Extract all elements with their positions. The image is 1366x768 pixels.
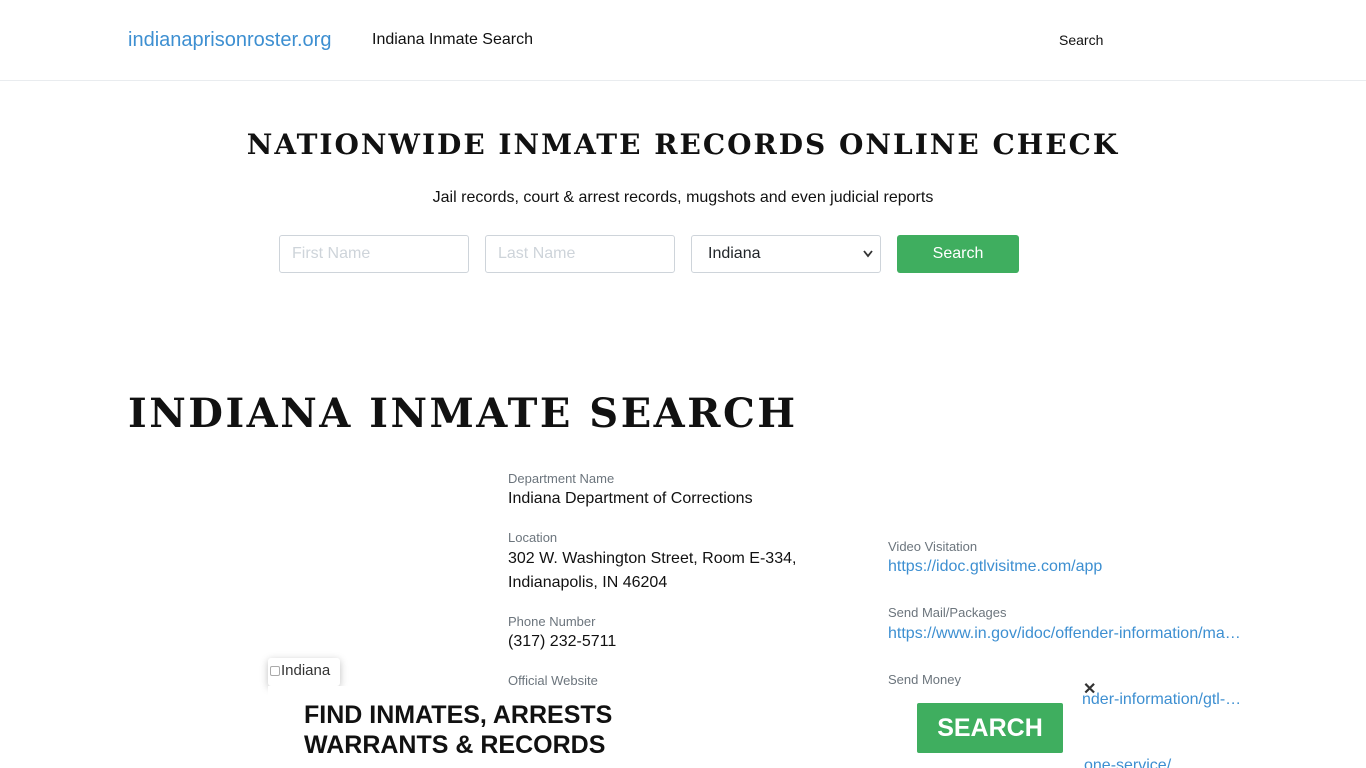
location-label: Location: [508, 530, 558, 545]
send-money-label: Send Money: [888, 672, 961, 687]
send-money-link[interactable]: nder-information/gtl-…: [1082, 691, 1244, 709]
page-title: INDIANA INMATE SEARCH: [128, 390, 798, 437]
video-visitation-label: Video Visitation: [888, 539, 978, 554]
search-button[interactable]: Search: [897, 235, 1019, 273]
department-name-value: Indiana Department of Corrections: [508, 490, 753, 507]
state-select-value: Indiana: [708, 245, 761, 262]
nav-link-search[interactable]: Search: [1059, 32, 1103, 48]
last-name-input[interactable]: [485, 235, 675, 273]
send-mail-link[interactable]: https://www.in.gov/idoc/offender-informa…: [888, 625, 1244, 643]
send-mail-label: Send Mail/Packages: [888, 605, 1007, 620]
location-line1: 302 W. Washington Street, Room E-334,: [508, 550, 797, 567]
chevron-down-icon: [862, 236, 874, 286]
top-navbar: indianaprisonroster.org Indiana Inmate S…: [0, 0, 1366, 81]
banner-headline: FIND INMATES, ARRESTS WARRANTS & RECORDS: [304, 700, 612, 760]
indiana-image-alt-text: Indiana: [281, 662, 331, 679]
video-visitation-link[interactable]: https://idoc.gtlvisitme.com/app: [888, 558, 1248, 576]
phone-number-value: (317) 232-5711: [508, 633, 617, 650]
nav-link-indiana-inmate-search[interactable]: Indiana Inmate Search: [372, 31, 533, 49]
hero-subtitle: Jail records, court & arrest records, mu…: [432, 189, 934, 206]
department-name-label: Department Name: [508, 471, 615, 486]
brand-logo-link[interactable]: indianaprisonroster.org: [128, 29, 331, 52]
location-line2: Indianapolis, IN 46204: [508, 574, 668, 591]
banner-line-2: WARRANTS & RECORDS: [304, 731, 606, 759]
first-name-input[interactable]: [279, 235, 469, 273]
phone-service-link[interactable]: one-service/: [1084, 757, 1184, 768]
banner-line-1: FIND INMATES, ARRESTS: [304, 701, 613, 729]
banner-search-button[interactable]: SEARCH: [917, 703, 1063, 753]
state-select[interactable]: Indiana: [691, 235, 881, 273]
hero-title: NATIONWIDE INMATE RECORDS ONLINE CHECK: [246, 128, 1120, 161]
close-icon[interactable]: ✕: [1083, 679, 1096, 699]
phone-number-label: Phone Number: [508, 614, 596, 629]
broken-image-icon: [270, 666, 280, 676]
indiana-image: Indiana: [268, 658, 340, 686]
